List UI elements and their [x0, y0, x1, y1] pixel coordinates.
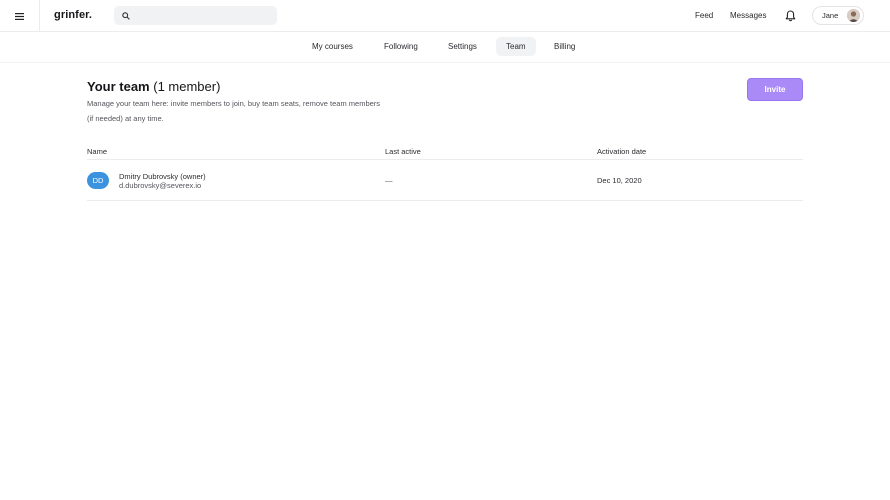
member-name: Dmitry Dubrovsky (owner): [119, 172, 206, 181]
table-row-divider: [87, 200, 803, 201]
tab-my-courses[interactable]: My courses: [302, 37, 363, 56]
member-activation-date: Dec 10, 2020: [597, 176, 642, 185]
column-header-activation-date[interactable]: Activation date: [597, 147, 646, 156]
menu-button[interactable]: [0, 0, 40, 32]
member-email: d.dubrovsky@severex.io: [119, 181, 202, 190]
page-title: Your team (1 member): [87, 79, 220, 94]
team-title: Your team: [87, 79, 150, 94]
tab-settings[interactable]: Settings: [438, 37, 487, 56]
top-bar: grinfer. Feed Messages Jane: [0, 0, 890, 32]
column-header-last-active[interactable]: Last active: [385, 147, 421, 156]
invite-button[interactable]: Invite: [747, 78, 803, 101]
user-name: Jane: [822, 11, 839, 20]
member-count: (1 member): [153, 79, 221, 94]
messages-link[interactable]: Messages: [730, 11, 766, 20]
table-header-divider: [87, 159, 803, 160]
user-avatar: [847, 9, 860, 22]
settings-tabs: My courses Following Settings Team Billi…: [0, 32, 890, 63]
feed-link[interactable]: Feed: [695, 11, 713, 20]
hamburger-menu-icon: [15, 12, 24, 20]
notifications-bell-icon[interactable]: [785, 10, 796, 22]
member-last-active: —: [385, 176, 393, 185]
search-input[interactable]: [135, 11, 265, 20]
member-avatar: DD: [87, 172, 109, 189]
tab-following[interactable]: Following: [374, 37, 428, 56]
app-logo[interactable]: grinfer.: [54, 9, 92, 21]
tab-team[interactable]: Team: [496, 37, 536, 56]
user-menu[interactable]: Jane: [812, 6, 864, 25]
search-box[interactable]: [114, 6, 277, 25]
column-header-name[interactable]: Name: [87, 147, 107, 156]
team-description: Manage your team here: invite members to…: [87, 99, 381, 123]
tab-billing[interactable]: Billing: [544, 37, 585, 56]
search-icon: [122, 11, 130, 20]
